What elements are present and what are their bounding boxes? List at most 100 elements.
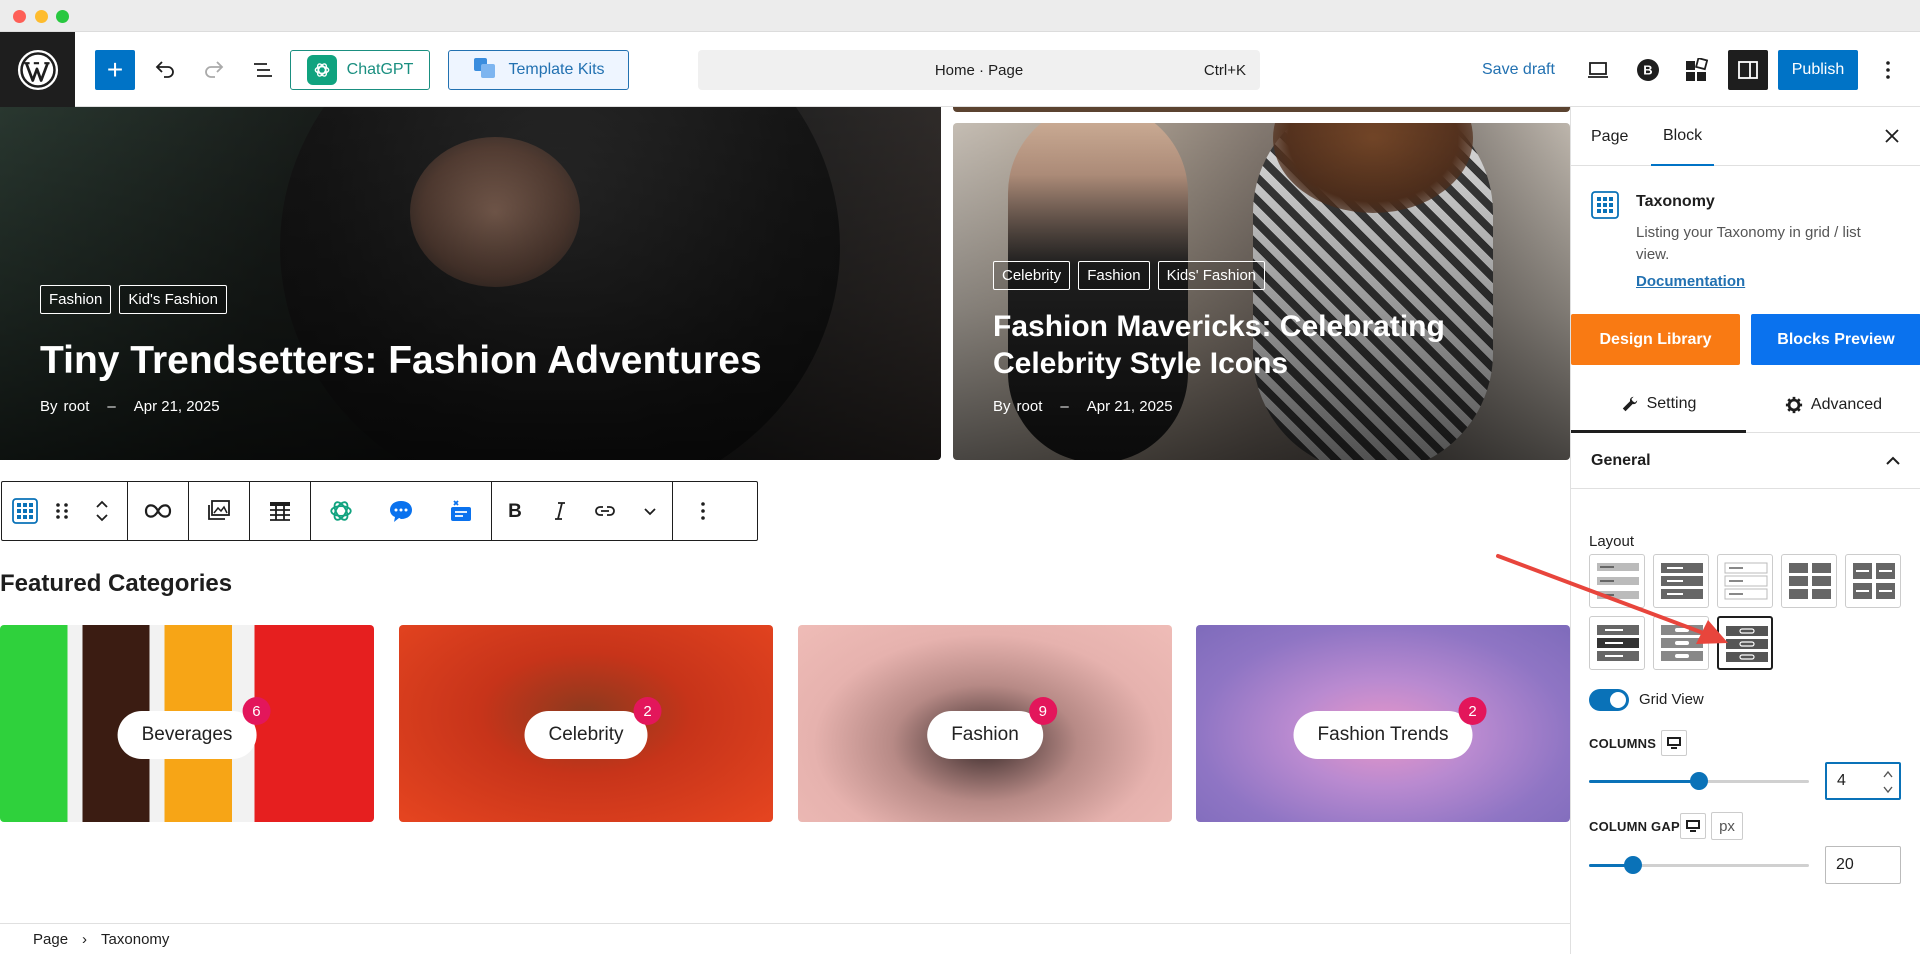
gallery-button[interactable]	[189, 482, 249, 540]
grid-view-label: Grid View	[1639, 691, 1704, 708]
desktop-icon	[1686, 820, 1700, 832]
hero-left-title[interactable]: Tiny Trendsetters: Fashion Adventures	[40, 337, 762, 385]
category-card-celebrity[interactable]: Celebrity 2	[399, 625, 773, 822]
grid-view-toggle[interactable]	[1589, 689, 1629, 711]
tag-link[interactable]: Celebrity	[993, 261, 1071, 290]
block-breadcrumb: Page › Taxonomy	[0, 923, 1570, 954]
layout-list-dark-icon	[1661, 563, 1703, 599]
gallery-icon	[208, 500, 230, 520]
documentation-link[interactable]: Documentation	[1636, 273, 1745, 290]
blocks-preview-button[interactable]: Blocks Preview	[1751, 314, 1920, 365]
link-button[interactable]	[582, 482, 627, 540]
undo-button[interactable]	[147, 50, 183, 90]
chevron-up-down-icon	[96, 500, 108, 522]
tab-advanced[interactable]: Advanced	[1746, 377, 1920, 433]
bold-button[interactable]: B	[492, 482, 537, 540]
tag-link[interactable]: Kid's Fashion	[119, 285, 227, 314]
hero-right-title[interactable]: Fashion Mavericks: Celebrating Celebrity…	[993, 309, 1445, 382]
more-formatting-button[interactable]	[627, 482, 672, 540]
chevron-up-icon	[1886, 456, 1900, 465]
hero-post-left[interactable]: Fashion Kid's Fashion Tiny Trendsetters:…	[0, 107, 941, 460]
column-gap-slider[interactable]	[1589, 856, 1809, 874]
column-gap-input[interactable]: 20	[1825, 846, 1901, 884]
layout-option-1[interactable]	[1589, 554, 1645, 608]
content-tool-icon	[451, 500, 471, 521]
category-card-beverages[interactable]: Beverages 6	[0, 625, 374, 822]
tab-setting[interactable]: Setting	[1571, 377, 1746, 433]
command-palette-bar[interactable]: Home · Page Ctrl+K	[698, 50, 1260, 90]
svg-text:B: B	[508, 501, 522, 522]
tag-link[interactable]: Fashion	[40, 285, 112, 314]
layout-option-8-selected[interactable]	[1717, 616, 1773, 670]
column-gap-slider-thumb[interactable]	[1624, 856, 1642, 874]
general-panel-toggle[interactable]: General	[1571, 433, 1920, 489]
chatgpt-toolbar-button[interactable]	[311, 482, 371, 540]
hero-right-title-line1: Fashion Mavericks: Celebrating	[993, 310, 1445, 343]
tab-block[interactable]: Block	[1651, 107, 1715, 166]
device-switch-button[interactable]	[1680, 813, 1706, 839]
template-kits-button[interactable]: Template Kits	[448, 50, 629, 90]
section-heading[interactable]: Featured Categories	[0, 570, 232, 598]
breadcrumb-page[interactable]: Page	[33, 931, 68, 948]
options-menu-button[interactable]	[1870, 50, 1906, 90]
content-tool-button[interactable]	[431, 482, 491, 540]
comment-button[interactable]	[371, 482, 431, 540]
blocks-plugin-button[interactable]	[1678, 50, 1714, 90]
layout-option-7[interactable]	[1653, 616, 1709, 670]
hero-right-meta: By root – Apr 21, 2025	[993, 398, 1173, 415]
preview-button[interactable]	[1580, 50, 1616, 90]
minimize-window-button[interactable]	[35, 10, 48, 23]
drag-icon	[56, 503, 68, 519]
save-draft-button[interactable]: Save draft	[1482, 50, 1555, 90]
layout-option-6[interactable]	[1589, 616, 1645, 670]
by-label: By	[993, 398, 1011, 415]
wordpress-logo-button[interactable]	[0, 32, 75, 107]
category-name: Celebrity	[548, 724, 624, 745]
move-up-down-button[interactable]	[77, 482, 127, 540]
category-card-fashion[interactable]: Fashion 9	[798, 625, 1172, 822]
columns-slider[interactable]	[1589, 772, 1809, 790]
breadcrumb-taxonomy[interactable]: Taxonomy	[101, 931, 169, 948]
design-library-button[interactable]: Design Library	[1571, 314, 1740, 365]
category-pill[interactable]: Celebrity 2	[524, 697, 662, 759]
tab-page[interactable]: Page	[1591, 107, 1628, 166]
block-options-button[interactable]	[673, 482, 733, 540]
add-block-button[interactable]: +	[95, 50, 135, 90]
columns-input[interactable]: 4	[1825, 762, 1901, 800]
wrench-icon	[1622, 396, 1637, 411]
columns-slider-thumb[interactable]	[1690, 772, 1708, 790]
layout-option-5[interactable]	[1845, 554, 1901, 608]
device-switch-button[interactable]	[1661, 730, 1687, 756]
general-panel: General Layout Grid View COLUMNS 4 COLUM…	[1571, 433, 1920, 954]
tag-link[interactable]: Kids' Fashion	[1157, 261, 1266, 290]
settings-sidebar-toggle[interactable]	[1728, 50, 1768, 90]
tag-link[interactable]: Fashion	[1078, 261, 1150, 290]
table-layout-button[interactable]	[250, 482, 310, 540]
layout-pill-light-icon	[1661, 625, 1703, 661]
close-window-button[interactable]	[13, 10, 26, 23]
hero-post-right[interactable]: Celebrity Fashion Kids' Fashion Fashion …	[953, 123, 1570, 460]
b-plugin-button[interactable]: B	[1630, 50, 1666, 90]
link-loop-button[interactable]	[128, 482, 188, 540]
layout-option-2[interactable]	[1653, 554, 1709, 608]
block-type-button[interactable]	[2, 482, 47, 540]
category-pill[interactable]: Fashion Trends 2	[1293, 697, 1487, 759]
document-overview-button[interactable]	[245, 50, 281, 90]
author-link[interactable]: root	[64, 398, 90, 415]
unit-selector[interactable]: px	[1711, 812, 1743, 840]
close-icon[interactable]	[1881, 125, 1903, 147]
redo-button[interactable]	[196, 50, 232, 90]
category-pill[interactable]: Beverages 6	[117, 697, 271, 759]
category-card-fashion-trends[interactable]: Fashion Trends 2	[1196, 625, 1570, 822]
maximize-window-button[interactable]	[56, 10, 69, 23]
publish-button[interactable]: Publish	[1778, 50, 1858, 90]
category-pill[interactable]: Fashion 9	[927, 697, 1057, 759]
chatgpt-button[interactable]: ChatGPT	[290, 50, 430, 90]
italic-button[interactable]	[537, 482, 582, 540]
plus-icon: +	[106, 54, 124, 85]
spinner-icon[interactable]	[1883, 769, 1893, 795]
drag-handle[interactable]	[47, 482, 77, 540]
layout-option-4[interactable]	[1781, 554, 1837, 608]
author-link[interactable]: root	[1017, 398, 1043, 415]
layout-option-3[interactable]	[1717, 554, 1773, 608]
